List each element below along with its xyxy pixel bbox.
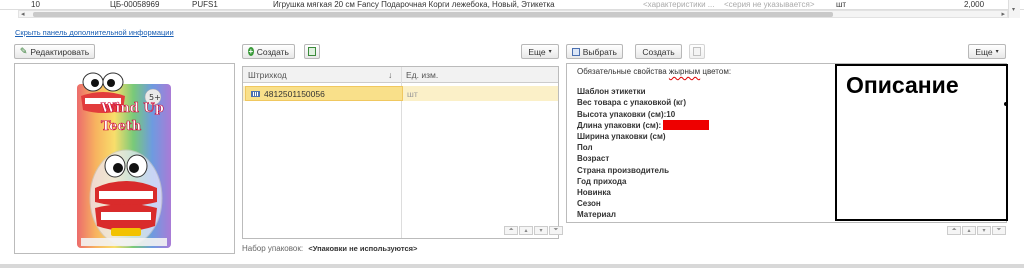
edit-label: Редактировать <box>30 46 90 57</box>
more2-label: Еще <box>975 46 993 57</box>
header-prefix: Обязательные свойства <box>577 67 669 76</box>
property-year: Год прихода <box>577 176 627 186</box>
column-barcode[interactable]: Штрихкод <box>248 70 287 80</box>
table-nav: ⏶ ▴ ▾ ⏷ <box>504 226 563 235</box>
property-age: Возраст <box>577 154 610 164</box>
barcode-table: Штрихкод ↓ Ед. изм. 4812501150056 шт ⏶ ▴… <box>242 66 563 239</box>
length-missing-mark <box>663 119 710 130</box>
product-logo-line1: Wind Up <box>100 101 164 116</box>
prev-page-icon[interactable]: ▴ <box>962 226 976 235</box>
copy2-icon <box>693 47 701 56</box>
create-button[interactable]: Создать <box>635 44 682 59</box>
property-weight: Вес товара с упаковкой (кг) <box>577 98 687 108</box>
product-image: 5+ Wind Up Teeth <box>77 72 171 248</box>
unit-cell[interactable]: шт <box>407 89 418 99</box>
horizontal-scrollbar[interactable]: ◂ ▸ <box>18 10 1008 18</box>
property-material: Материал <box>577 210 616 220</box>
packaging-label: Набор упаковок: <box>242 244 304 253</box>
property-season: Сезон <box>577 199 601 209</box>
properties-header: Обязательные свойства жырным цветом: <box>577 66 832 77</box>
property-height: Высота упаковки (см):10 <box>577 109 676 119</box>
chevron-down-icon: ▾ <box>548 49 552 55</box>
chevron-down-icon: ▾ <box>995 49 999 55</box>
row-number: 10 <box>31 0 40 9</box>
row-unit: шт <box>836 0 847 9</box>
properties-nav: ⏶ ▴ ▾ ⏷ <box>947 226 1006 235</box>
create2-label: Создать <box>642 46 675 57</box>
property-length: Длина упаковки (см): <box>577 120 662 130</box>
plus-circle-icon: + <box>248 47 254 56</box>
barcode-value: 4812501150056 <box>264 88 325 99</box>
select-label: Выбрать <box>582 46 617 57</box>
table-row[interactable]: 10 ЦБ-00058969 PUFS1 Игрушка мягкая 20 с… <box>0 0 1024 10</box>
header-suffix: цветом: <box>700 67 732 76</box>
last-page-icon[interactable]: ⏷ <box>549 226 563 235</box>
copy-icon <box>308 47 316 56</box>
bottom-divider <box>0 264 1024 268</box>
select-icon <box>572 47 580 56</box>
more-label: Еще <box>528 46 546 57</box>
scroll-right-icon[interactable]: ▸ <box>1001 10 1005 18</box>
barcode-cell[interactable]: 4812501150056 <box>245 86 403 101</box>
last-page-icon[interactable]: ⏷ <box>992 226 1006 235</box>
product-image-panel: 5+ Wind Up Teeth <box>14 63 235 254</box>
scroll-left-icon[interactable]: ◂ <box>21 10 25 18</box>
copy-button[interactable] <box>304 44 320 59</box>
scroll-down-icon[interactable]: ▾ <box>1012 6 1015 13</box>
row-code: ЦБ-00058969 <box>110 0 160 9</box>
property-template: Шаблон этикетки <box>577 87 646 97</box>
pencil-icon: ✎ <box>19 46 28 56</box>
description-title: Описание <box>846 72 959 98</box>
table-row[interactable]: 4812501150056 шт <box>243 86 558 101</box>
header-bold: жырным <box>668 67 701 76</box>
property-new: Новинка <box>577 188 611 198</box>
first-page-icon[interactable]: ⏶ <box>504 226 518 235</box>
scroll-thumb[interactable] <box>33 12 833 17</box>
select-button[interactable]: Выбрать <box>566 44 623 59</box>
barcode-icon <box>251 90 260 97</box>
prev-page-icon[interactable]: ▴ <box>519 226 533 235</box>
row-qty: 2,000 <box>964 0 985 9</box>
next-page-icon[interactable]: ▾ <box>977 226 991 235</box>
property-width: Ширина упаковки (см) <box>577 132 666 142</box>
edit-button[interactable]: ✎ Редактировать <box>14 44 95 59</box>
sort-icon[interactable]: ↓ <box>388 70 392 80</box>
description-box[interactable]: Описание <box>835 64 1008 221</box>
property-country: Страна производитель <box>577 165 669 175</box>
product-logo-line2: Teeth <box>101 119 142 134</box>
next-page-icon[interactable]: ▾ <box>534 226 548 235</box>
row-article: PUFS1 <box>192 0 218 9</box>
row-characteristics: <характеристики ... <box>643 0 715 9</box>
row-name: Игрушка мягкая 20 см Fancy Подарочная Ко… <box>273 0 555 9</box>
first-page-icon[interactable]: ⏶ <box>947 226 961 235</box>
resize-handle[interactable] <box>1004 102 1008 106</box>
row-series: <серия не указывается> <box>724 0 815 9</box>
packaging-value[interactable]: <Упаковки не используются> <box>308 244 417 253</box>
vertical-scrollbar[interactable]: ▾ <box>1008 0 1020 18</box>
property-gender: Пол <box>577 143 593 153</box>
properties-list: Обязательные свойства жырным цветом: Шаб… <box>577 66 832 221</box>
column-unit[interactable]: Ед. изм. <box>406 70 438 80</box>
create-label: Создать <box>256 46 289 57</box>
hide-panel-link[interactable]: Скрыть панель дополнительной информации <box>15 28 174 37</box>
create-barcode-button[interactable]: + Создать <box>242 44 295 59</box>
more-button[interactable]: Еще ▾ <box>521 44 559 59</box>
copy2-button[interactable] <box>689 44 705 59</box>
packaging-row: Набор упаковок: <Упаковки не используютс… <box>242 244 417 253</box>
more2-button[interactable]: Еще ▾ <box>968 44 1006 59</box>
property-length-row: Длина упаковки (см): <box>577 119 832 131</box>
